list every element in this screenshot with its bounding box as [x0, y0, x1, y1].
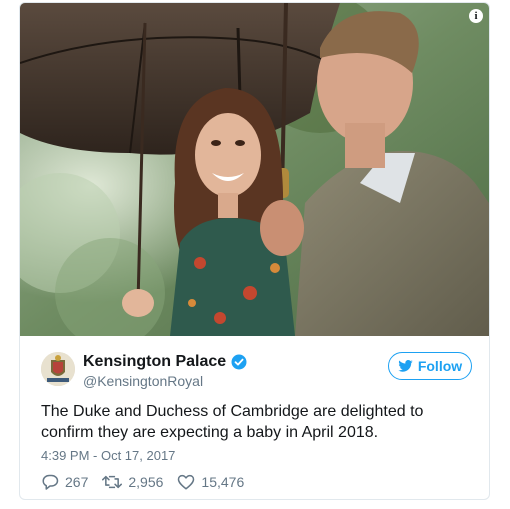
- author-handle[interactable]: @KensingtonRoyal: [83, 373, 203, 389]
- author-name[interactable]: Kensington Palace: [83, 353, 226, 371]
- photo-couple-under-umbrella: [20, 3, 489, 336]
- verified-badge-icon: [231, 354, 247, 370]
- twitter-bird-icon: [398, 360, 413, 372]
- author-name-line: Kensington Palace: [83, 353, 247, 371]
- avatar[interactable]: [41, 352, 75, 386]
- like-button[interactable]: 15,476: [177, 474, 244, 490]
- tweet-actions: 267 2,956 15,476: [41, 473, 258, 490]
- crest-avatar-icon: [41, 352, 75, 386]
- follow-button[interactable]: Follow: [388, 352, 472, 380]
- tweet-photo[interactable]: i: [20, 3, 489, 336]
- reply-icon: [42, 474, 59, 490]
- heart-icon: [178, 474, 195, 489]
- info-icon[interactable]: i: [469, 9, 483, 23]
- like-count: 15,476: [201, 473, 245, 490]
- tweet-timestamp[interactable]: 4:39 PM - Oct 17, 2017: [41, 448, 175, 463]
- retweet-icon: [102, 475, 123, 488]
- tweet-text: The Duke and Duchess of Cambridge are de…: [41, 403, 424, 441]
- reply-count: 267: [65, 473, 89, 490]
- reply-button[interactable]: 267: [41, 473, 88, 490]
- tweet-header: Kensington Palace @KensingtonRoyal Follo…: [41, 352, 472, 392]
- retweet-button[interactable]: 2,956: [102, 474, 163, 490]
- follow-label: Follow: [417, 358, 463, 374]
- retweet-count: 2,956: [128, 473, 164, 490]
- embedded-tweet-card: i Kensington Palace @KensingtonRoyal Fol…: [19, 2, 490, 500]
